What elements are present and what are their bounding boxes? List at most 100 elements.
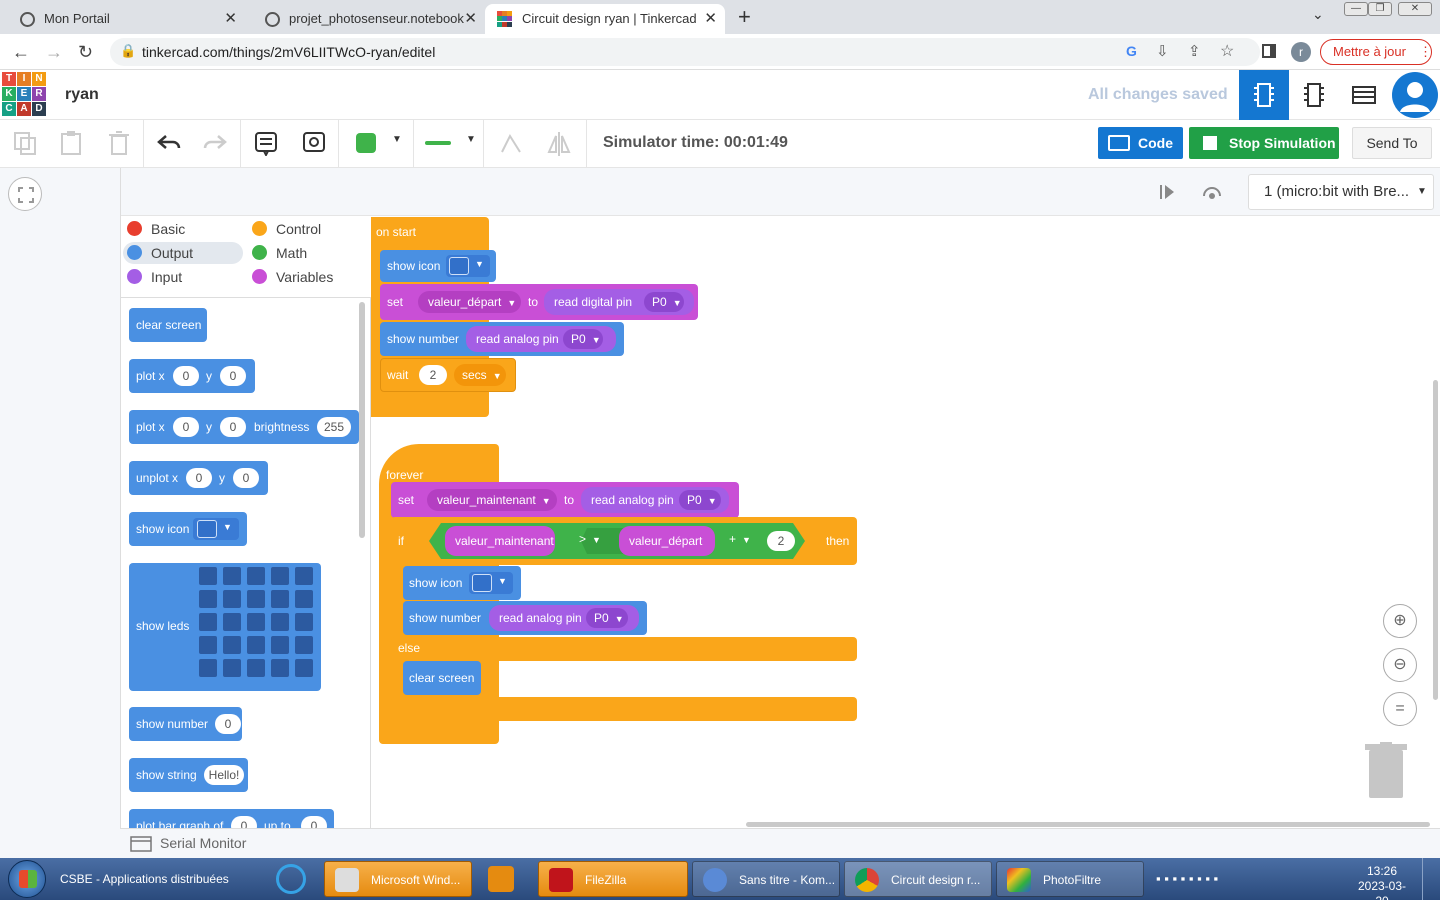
led-cell[interactable] bbox=[223, 613, 241, 631]
palette-show-string-block[interactable]: show string Hello! bbox=[129, 758, 248, 792]
y-value[interactable]: 0 bbox=[233, 468, 259, 488]
led-cell[interactable] bbox=[271, 613, 289, 631]
taskbar-clock[interactable]: 13:26 2023-03-20 bbox=[1352, 864, 1412, 909]
minimize-icon[interactable]: — bbox=[1344, 2, 1368, 16]
set-valeur-maintenant-block[interactable]: set valeur_maintenant ▼ to read analog pi… bbox=[391, 482, 739, 518]
palette-show-number-block[interactable]: show number 0 bbox=[129, 707, 242, 741]
y-value[interactable]: 0 bbox=[220, 366, 246, 386]
palette-show-leds-block[interactable]: show leds bbox=[129, 563, 321, 691]
led-cell[interactable] bbox=[199, 659, 217, 677]
notes-icon[interactable] bbox=[253, 130, 279, 156]
show-icon-block[interactable]: show icon ▼ bbox=[380, 250, 496, 282]
category-basic[interactable]: Basic bbox=[123, 218, 243, 240]
system-tray-icons[interactable]: ▪ ▪ ▪ ▪ ▪ ▪ ▪ ▪ bbox=[1156, 871, 1218, 886]
redo-icon[interactable] bbox=[202, 130, 228, 156]
led-cell[interactable] bbox=[295, 590, 313, 608]
restore-icon[interactable]: ❐ bbox=[1368, 2, 1392, 16]
palette-unplot-block[interactable]: unplot x 0 y 0 bbox=[129, 461, 268, 495]
wait-block[interactable]: wait 2 secs ▼ bbox=[380, 358, 516, 392]
show-icon-block[interactable]: show icon ▼ bbox=[403, 566, 521, 600]
close-icon[interactable]: ✕ bbox=[464, 9, 477, 27]
led-cell[interactable] bbox=[223, 567, 241, 585]
led-cell[interactable] bbox=[295, 567, 313, 585]
copy-icon[interactable] bbox=[12, 130, 38, 156]
workspace-horizontal-scrollbar[interactable] bbox=[746, 822, 1430, 827]
serial-monitor-bar[interactable]: Serial Monitor bbox=[120, 828, 1440, 858]
fill-color-swatch[interactable] bbox=[356, 133, 376, 153]
profile-avatar[interactable]: r bbox=[1291, 42, 1311, 62]
notes-visibility-icon[interactable] bbox=[301, 130, 327, 156]
share-icon[interactable]: ⇪ bbox=[1188, 42, 1201, 60]
circuit-view-button[interactable] bbox=[1239, 70, 1289, 120]
reset-zoom-button[interactable]: = bbox=[1383, 692, 1417, 726]
chevron-down-icon[interactable]: ▼ bbox=[392, 134, 402, 145]
led-cell[interactable] bbox=[247, 590, 265, 608]
device-select[interactable]: 1 (micro:bit with Bre... ▼ bbox=[1248, 174, 1434, 210]
else-block[interactable]: else bbox=[391, 637, 857, 661]
sidebar-icon[interactable] bbox=[1262, 44, 1276, 58]
led-cell[interactable] bbox=[247, 659, 265, 677]
led-cell[interactable] bbox=[199, 613, 217, 631]
value-field[interactable]: 0 bbox=[231, 816, 257, 828]
url-field[interactable]: 🔒 tinkercad.com/things/2mV6LIITWcO-ryan/… bbox=[110, 38, 1260, 66]
step-icon[interactable] bbox=[1157, 182, 1177, 202]
show-number-block[interactable]: show number read analog pin P0 ▼ bbox=[403, 601, 647, 635]
user-avatar[interactable] bbox=[1392, 72, 1438, 118]
led-cell[interactable] bbox=[223, 659, 241, 677]
category-variables[interactable]: Variables bbox=[248, 266, 368, 288]
led-cell[interactable] bbox=[271, 590, 289, 608]
brightness-value[interactable]: 255 bbox=[317, 417, 351, 437]
pin-dropdown[interactable]: P0 ▼ bbox=[679, 490, 721, 510]
schematic-view-button[interactable] bbox=[1289, 70, 1339, 120]
valeur-maintenant-reporter[interactable]: valeur_maintenant bbox=[445, 526, 555, 556]
rotate-icon[interactable] bbox=[498, 130, 524, 156]
media-player-icon[interactable] bbox=[488, 866, 514, 892]
pin-dropdown[interactable]: P0 ▼ bbox=[563, 329, 603, 349]
trash-icon[interactable] bbox=[1365, 742, 1409, 802]
new-tab-icon[interactable]: + bbox=[738, 4, 751, 30]
send-to-button[interactable]: Send To bbox=[1352, 127, 1432, 159]
tinkercad-logo[interactable]: T I N K E R C A D bbox=[2, 72, 46, 116]
led-cell[interactable] bbox=[199, 636, 217, 654]
show-desktop-button[interactable] bbox=[1422, 858, 1440, 900]
led-cell[interactable] bbox=[271, 636, 289, 654]
led-cell[interactable] bbox=[295, 659, 313, 677]
close-icon[interactable]: ✕ bbox=[704, 9, 717, 27]
stop-simulation-button[interactable]: Stop Simulation bbox=[1189, 127, 1339, 159]
variable-dropdown[interactable]: valeur_maintenant ▼ bbox=[427, 489, 557, 511]
taskbar-item-kompozer[interactable]: Sans titre - Kom... bbox=[692, 861, 840, 897]
delete-icon[interactable] bbox=[106, 130, 132, 156]
category-control[interactable]: Control bbox=[248, 218, 368, 240]
install-icon[interactable]: ⇩ bbox=[1156, 42, 1169, 60]
upto-value[interactable]: 0 bbox=[301, 816, 327, 828]
undo-icon[interactable] bbox=[156, 130, 182, 156]
zoom-out-button[interactable]: ⊖ bbox=[1383, 648, 1417, 682]
paste-icon[interactable] bbox=[58, 130, 84, 156]
led-cell[interactable] bbox=[199, 590, 217, 608]
category-output[interactable]: Output bbox=[123, 242, 243, 264]
y-value[interactable]: 0 bbox=[220, 417, 246, 437]
operator-dropdown[interactable]: + ▼ bbox=[729, 532, 751, 546]
fit-view-button[interactable] bbox=[8, 177, 42, 211]
string-value[interactable]: Hello! bbox=[204, 765, 244, 785]
palette-show-icon-block[interactable]: show icon ▼ bbox=[129, 512, 247, 546]
led-cell[interactable] bbox=[199, 567, 217, 585]
close-window-icon[interactable]: ✕ bbox=[1398, 2, 1432, 16]
x-value[interactable]: 0 bbox=[173, 366, 199, 386]
taskbar-item-csbe[interactable]: CSBE - Applications distribuées bbox=[52, 861, 272, 897]
component-list-button[interactable] bbox=[1339, 70, 1389, 120]
close-icon[interactable]: ✕ bbox=[224, 9, 237, 27]
tab-search-chevron-icon[interactable]: ⌄ bbox=[1312, 6, 1324, 23]
taskbar-item-filezilla[interactable]: FileZilla bbox=[538, 861, 688, 897]
internet-explorer-icon[interactable] bbox=[276, 864, 306, 894]
code-button[interactable]: Code bbox=[1098, 127, 1183, 159]
wire-color-swatch[interactable] bbox=[425, 141, 451, 145]
variable-dropdown[interactable]: valeur_départ ▼ bbox=[418, 291, 521, 313]
pin-dropdown[interactable]: P0 ▼ bbox=[644, 292, 684, 312]
category-input[interactable]: Input bbox=[123, 266, 243, 288]
tab-projet-photosenseur[interactable]: projet_photosenseur.notebook ✕ bbox=[245, 4, 485, 34]
led-cell[interactable] bbox=[295, 636, 313, 654]
valeur-depart-reporter[interactable]: valeur_départ bbox=[619, 526, 715, 556]
chevron-down-icon[interactable]: ▼ bbox=[466, 134, 476, 145]
number-value[interactable]: 2 bbox=[767, 531, 795, 551]
